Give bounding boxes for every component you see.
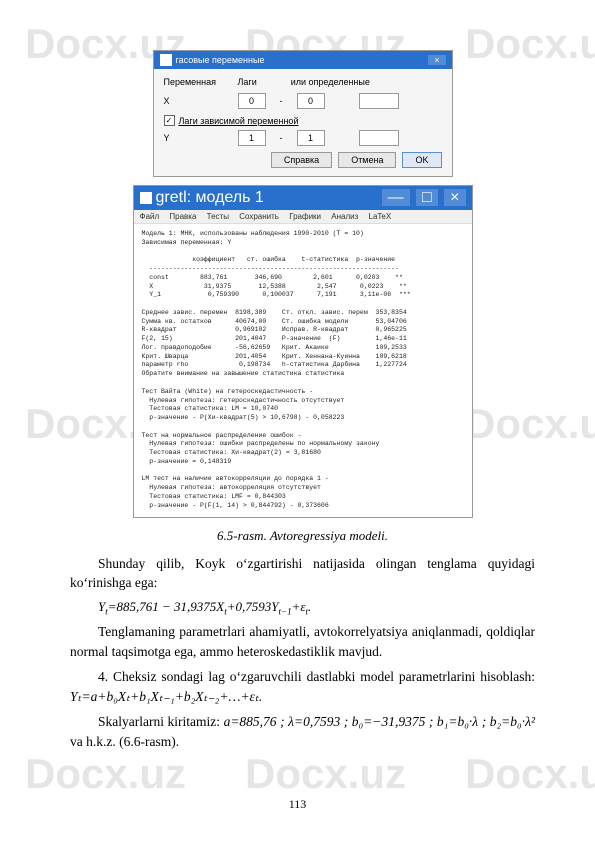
dep-var-lags-checkbox-row: ✓ Лаги зависимой переменной [164, 115, 442, 126]
var-x-label: X [164, 96, 224, 106]
paragraph-2: Tenglamaning parametrlari ahamiyatli, av… [70, 622, 535, 661]
menubar: Файл Правка Тесты Сохранить Графики Анал… [134, 210, 472, 224]
formula-2: Yₜ=a+b₀Xₜ+b₁Xₜ₋₁+b₂Xₜ₋₂+…+εₜ. [70, 689, 262, 704]
x-specific[interactable] [359, 93, 399, 109]
dash-sep: - [280, 96, 283, 106]
window-icon [160, 54, 172, 66]
maximize-icon[interactable]: □ [416, 189, 438, 206]
help-button[interactable]: Справка [271, 152, 332, 168]
lag-variables-dialog: гасовые переменные × Переменная Лаги или… [153, 50, 453, 177]
y-lag-from[interactable]: 1 [238, 130, 266, 146]
menu-latex[interactable]: LaTeX [369, 212, 392, 221]
x-lag-from[interactable]: 0 [238, 93, 266, 109]
figure-caption: 6.5-rasm. Avtoregressiya modeli. [70, 528, 535, 544]
x-row: X 0 - 0 [164, 93, 442, 109]
col-variable: Переменная [164, 77, 224, 87]
window-icon [140, 192, 152, 204]
y-specific[interactable] [359, 130, 399, 146]
page-number: 113 [0, 797, 595, 812]
cancel-button[interactable]: Отмена [338, 152, 396, 168]
dialog-titlebar: гасовые переменные × [154, 51, 452, 69]
menu-file[interactable]: Файл [140, 212, 160, 221]
model-output-text: Модель 1: МНК, использованы наблюдения 1… [134, 224, 472, 517]
minimize-icon[interactable]: — [382, 189, 410, 206]
paragraph-4: Skalyarlarni kiritamiz: a=885,76 ; λ=0,7… [70, 712, 535, 751]
menu-graphs[interactable]: Графики [289, 212, 321, 221]
gretl-title: gretl: модель 1 [156, 189, 264, 207]
header-row: Переменная Лаги или определенные [164, 77, 442, 87]
checkbox-label: Лаги зависимой переменной [179, 116, 299, 126]
scalar-definitions: a=885,76 ; λ=0,7593 ; b₀=−31,9375 ; b₁=b… [224, 714, 535, 729]
ok-button[interactable]: OK [402, 152, 441, 168]
formula-1: Yt=885,761 − 31,9375Xt+0,7593Yt−1+εt. [98, 599, 535, 617]
x-lag-to[interactable]: 0 [297, 93, 325, 109]
y-lag-to[interactable]: 1 [297, 130, 325, 146]
paragraph-3: 4. Cheksiz sondagi lag oʻzgaruvchili das… [70, 667, 535, 706]
gretl-model-window: gretl: модель 1 — □ × Файл Правка Тесты … [133, 185, 473, 518]
col-lags: Лаги [238, 77, 257, 87]
close-icon[interactable]: × [444, 189, 465, 206]
checkbox[interactable]: ✓ [164, 115, 175, 126]
dialog-title: гасовые переменные [176, 55, 265, 65]
gretl-titlebar: gretl: модель 1 — □ × [134, 186, 472, 210]
y-row: Y 1 - 1 [164, 130, 442, 146]
menu-analysis[interactable]: Анализ [331, 212, 358, 221]
close-icon[interactable]: × [428, 55, 445, 65]
paragraph-1: Shunday qilib, Koyk oʻzgartirishi natija… [70, 554, 535, 593]
menu-tests[interactable]: Тесты [207, 212, 229, 221]
col-specific: или определенные [291, 77, 370, 87]
menu-edit[interactable]: Правка [169, 212, 196, 221]
menu-save[interactable]: Сохранить [239, 212, 279, 221]
dash-sep: - [280, 133, 283, 143]
var-y-label: Y [164, 133, 224, 143]
